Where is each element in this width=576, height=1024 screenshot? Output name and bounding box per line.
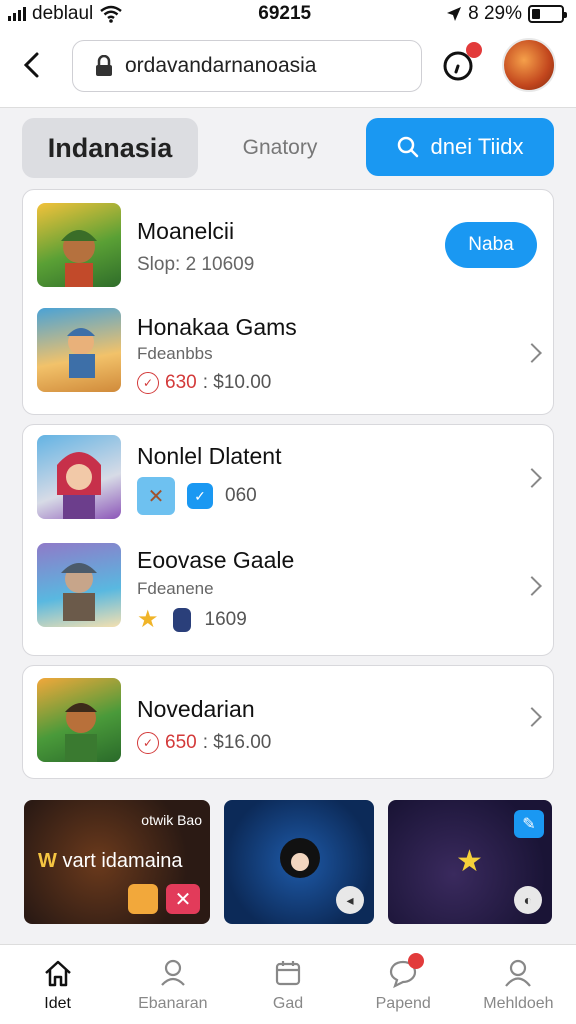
location-arrow-icon xyxy=(447,7,462,21)
close-icon[interactable]: ✕ xyxy=(166,884,200,914)
nav-item-mehldoeh[interactable]: Mehldoeh xyxy=(461,945,576,1024)
game-card: Novedarian ✓ 650 : $16.00 xyxy=(22,665,554,779)
game-subtitle: Fdeanene xyxy=(137,579,214,598)
checkmark-icon: ✓ xyxy=(137,372,159,394)
avatar[interactable] xyxy=(502,38,556,92)
star-icon: ★ xyxy=(456,845,483,878)
nav-label: Papend xyxy=(375,995,431,1012)
price-line: ✓ 630 : $10.00 xyxy=(137,372,271,394)
user-icon xyxy=(160,959,185,986)
nav-label: Idet xyxy=(44,995,71,1012)
list-item[interactable]: Honakaa Gams Fdeanbbs ✓ 630 : $10.00 xyxy=(23,300,555,410)
nav-item-ebanaran[interactable]: Ebanaran xyxy=(115,945,230,1024)
list-item[interactable]: Eoovase Gaale Fdeanene ★ 1609 xyxy=(23,535,555,645)
meta-value: 1609 xyxy=(204,608,247,630)
game-thumbnail xyxy=(37,203,121,287)
chevron-right-icon[interactable] xyxy=(522,343,542,363)
list-item[interactable]: Novedarian ✓ 650 : $16.00 xyxy=(23,666,555,776)
bottom-nav: Idet Ebanaran Gad Papend Mehldoeh xyxy=(0,944,576,1024)
category-tabs: Indanasia Gnatory dnei Tiidx xyxy=(22,118,554,178)
game-title: Novedarian xyxy=(137,696,255,722)
tab-gnatory[interactable]: Gnatory xyxy=(222,118,338,178)
tab-indanasia[interactable]: Indanasia xyxy=(22,118,198,178)
search-icon xyxy=(397,136,418,158)
price-value: : $16.00 xyxy=(202,732,272,753)
meta-line: ✕ ✓ 060 xyxy=(137,477,257,515)
check-box-icon: ✓ xyxy=(187,483,213,509)
clock: 69215 xyxy=(258,3,312,24)
search-button-label: dnei Tiidx xyxy=(430,134,524,159)
chevron-right-icon[interactable] xyxy=(522,576,542,596)
calendar-icon xyxy=(275,961,301,986)
game-thumbnail xyxy=(37,308,121,392)
game-title: Nonlel Dlatent xyxy=(137,443,282,469)
status-left: deblaul xyxy=(8,3,123,25)
url-text: ordavandarnanoasia xyxy=(125,54,317,77)
banner-title: W vart idamaina xyxy=(38,850,183,873)
naba-button[interactable]: Naba xyxy=(445,222,537,268)
promo-banner[interactable]: otwik Bao W vart idamaina ✕ xyxy=(24,800,210,924)
price-old: 650 xyxy=(165,732,197,753)
status-bar: deblaul 69215 8 29% xyxy=(0,0,576,28)
meta-line: ★ 1609 xyxy=(137,605,247,634)
banner-tag: otwik Bao xyxy=(141,812,202,828)
chevron-right-icon[interactable] xyxy=(522,468,542,488)
crossed-swords-icon: ✕ xyxy=(137,477,175,515)
home-icon xyxy=(44,960,71,987)
nav-item-home[interactable]: Idet xyxy=(0,945,115,1024)
price-value: : $10.00 xyxy=(202,372,272,393)
profile-icon xyxy=(505,959,532,987)
list-item[interactable]: Nonlel Dlatent ✕ ✓ 060 xyxy=(23,425,555,535)
price-old: 630 xyxy=(165,372,197,393)
character-icon xyxy=(280,838,320,878)
browser-toolbar: ordavandarnanoasia xyxy=(0,28,576,108)
game-title: Honakaa Gams xyxy=(137,314,297,340)
settings-icon[interactable]: ◐ xyxy=(514,886,542,914)
game-title: Eoovase Gaale xyxy=(137,547,295,573)
checkmark-icon: ✓ xyxy=(137,732,159,754)
signal-icon xyxy=(8,7,26,21)
app-icon xyxy=(128,884,158,914)
game-thumbnail xyxy=(37,678,121,762)
sound-icon[interactable]: ◂ xyxy=(336,886,364,914)
url-field[interactable]: ordavandarnanoasia xyxy=(72,40,422,92)
chevron-right-icon[interactable] xyxy=(522,707,542,727)
list-item[interactable]: Moanelcii Slop: 2 10609 Naba xyxy=(23,190,555,300)
notification-dot xyxy=(466,42,482,58)
banner-title-w: W xyxy=(38,850,57,872)
game-subtitle: Fdeanbbs xyxy=(137,344,213,363)
back-arrow-icon[interactable] xyxy=(18,50,48,80)
promo-banner[interactable]: ✎ ★ ◐ xyxy=(388,800,552,924)
battery-fill xyxy=(532,9,541,19)
game-subtitle: Slop: 2 10609 xyxy=(137,254,255,275)
star-icon: ★ xyxy=(137,606,159,633)
game-thumbnail xyxy=(37,543,121,627)
game-title: Moanelcii xyxy=(137,218,235,244)
battery-icon xyxy=(528,5,567,23)
history-button[interactable] xyxy=(440,42,482,84)
lock-icon xyxy=(96,55,112,76)
game-card: Moanelcii Slop: 2 10609 Naba Honakaa Gam… xyxy=(22,189,554,415)
nav-label: Gad xyxy=(272,995,304,1012)
nav-label: Ebanaran xyxy=(138,995,208,1012)
status-right: 8 29% xyxy=(446,3,567,25)
search-button[interactable]: dnei Tiidx xyxy=(366,118,554,176)
banner-title-text: vart idamaina xyxy=(62,850,183,872)
promo-banner[interactable]: ◂ xyxy=(224,800,374,924)
nav-item-papend[interactable]: Papend xyxy=(346,945,461,1024)
game-thumbnail xyxy=(37,435,121,519)
nav-item-gad[interactable]: Gad xyxy=(230,945,345,1024)
carrier-label: deblaul xyxy=(32,3,94,24)
notification-badge xyxy=(407,953,424,969)
price-line: ✓ 650 : $16.00 xyxy=(137,732,271,754)
wifi-icon xyxy=(100,5,123,23)
nav-label: Mehldoeh xyxy=(483,995,554,1012)
link-icon[interactable]: ✎ xyxy=(514,810,544,838)
game-card: Nonlel Dlatent ✕ ✓ 060 Eoovase Gaale Fde… xyxy=(22,424,554,656)
card-icon xyxy=(172,607,191,632)
battery-label: 8 29% xyxy=(468,3,522,24)
meta-value: 060 xyxy=(225,485,257,506)
